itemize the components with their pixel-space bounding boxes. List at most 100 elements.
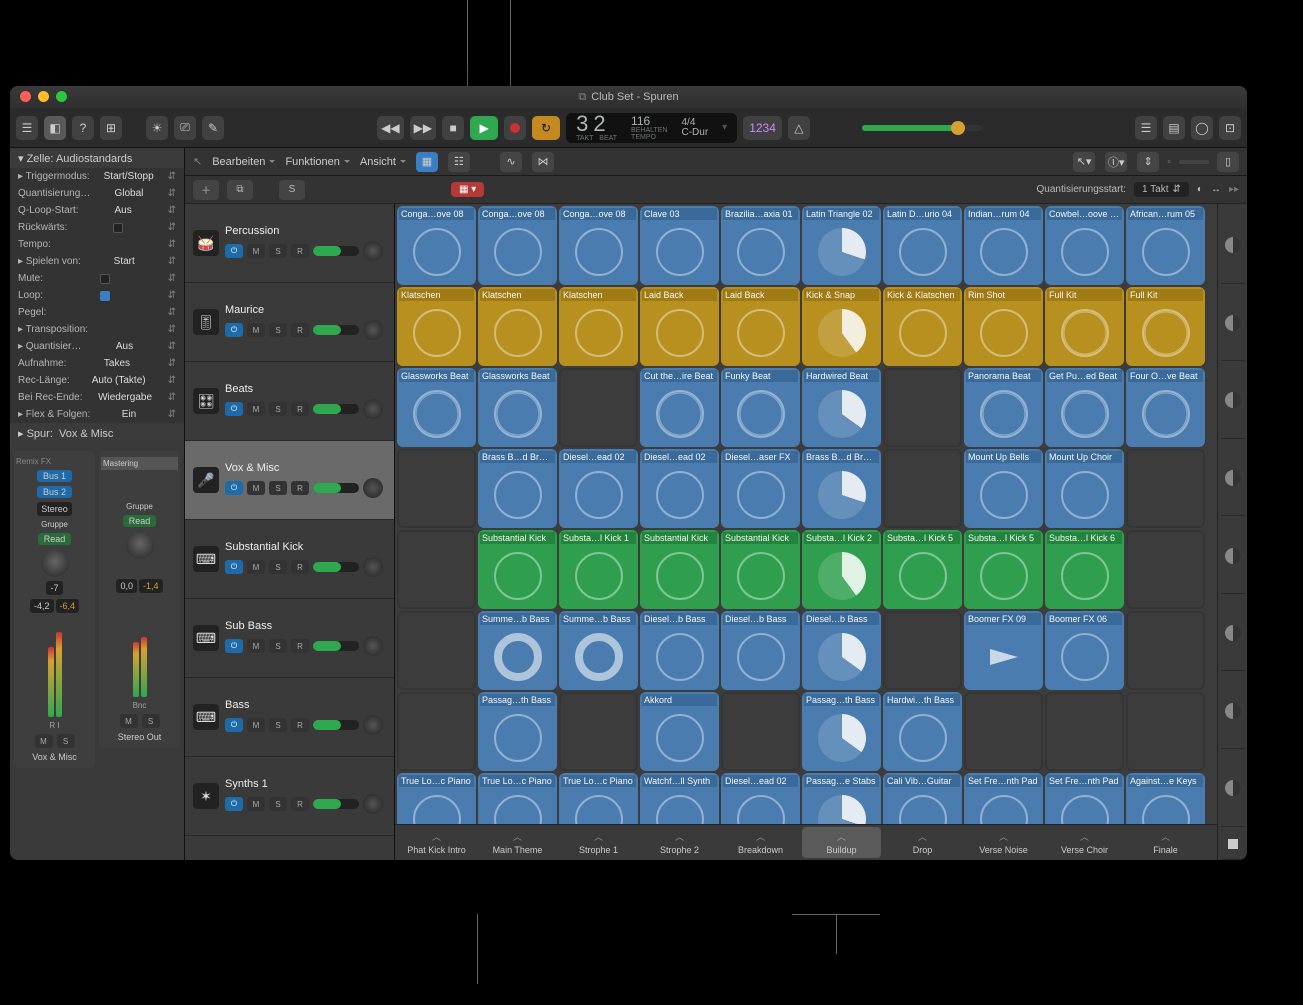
loop-cell[interactable]: Cowbel…oove 01 — [1045, 206, 1124, 285]
grid-view-button[interactable]: ▦ — [416, 152, 438, 172]
mixer-button[interactable]: ⎚ — [174, 116, 196, 140]
rec-button[interactable]: R — [291, 560, 309, 574]
inspector-header[interactable]: ▾ Zelle: Audiostandards — [10, 148, 184, 168]
spur-header[interactable]: ▸ Spur: Vox & Misc — [10, 423, 184, 443]
loop-cell[interactable]: Substa…l Kick 5 — [883, 530, 962, 609]
power-button[interactable]: ⏻ — [225, 639, 243, 653]
loop-cell[interactable]: Substa…l Kick 6 — [1045, 530, 1124, 609]
empty-cell[interactable] — [1045, 692, 1124, 771]
close-icon[interactable] — [20, 91, 31, 102]
loop-cell[interactable]: Passag…th Bass — [802, 692, 881, 771]
loop-cell[interactable]: Mount Up Choir — [1045, 449, 1124, 528]
loop-cell[interactable]: True Lo…c Piano — [397, 773, 476, 824]
vzoom-button[interactable]: ⇕ — [1137, 152, 1159, 172]
display-button[interactable]: ☀ — [146, 116, 168, 140]
solo-button[interactable]: S — [269, 718, 287, 732]
pan-knob[interactable] — [363, 794, 383, 814]
edit-button[interactable]: ✎ — [202, 116, 224, 140]
loop-cell[interactable]: Klatschen — [478, 287, 557, 366]
loop-cell[interactable]: Set Fre…nth Pad — [1045, 773, 1124, 824]
inspector-row[interactable]: ▸ Spielen von:Start⇵ — [10, 253, 184, 270]
loop-cell[interactable]: Diesel…ead 02 — [559, 449, 638, 528]
inspector-row[interactable]: Pegel:⇵ — [10, 304, 184, 321]
loop-cell[interactable]: Cut the…ire Beat — [640, 368, 719, 447]
mute-button[interactable]: M — [247, 718, 265, 732]
loop-cell[interactable]: Get Pu…ed Beat — [1045, 368, 1124, 447]
loop-cell[interactable]: Summe…b Bass — [559, 611, 638, 690]
loop-cell[interactable]: Substantial Kick — [478, 530, 557, 609]
volume-slider[interactable] — [313, 641, 359, 651]
empty-cell[interactable] — [964, 692, 1043, 771]
record-chip[interactable]: ▦ ▾ — [451, 182, 484, 197]
count-in-button[interactable]: 1234 — [743, 116, 782, 140]
volume-slider[interactable] — [313, 562, 359, 572]
rec-button[interactable]: R — [291, 402, 309, 416]
loop-cell[interactable]: Laid Back — [721, 287, 800, 366]
loop-cell[interactable]: Cali Vib…Guitar — [883, 773, 962, 824]
solo-button[interactable]: S — [57, 734, 75, 748]
pan-knob[interactable] — [363, 320, 383, 340]
list-editors-button[interactable]: ☰ — [1135, 116, 1157, 140]
loop-cell[interactable]: Laid Back — [640, 287, 719, 366]
loop-cell[interactable]: Kick & Klatschen — [883, 287, 962, 366]
loop-cell[interactable]: Klatschen — [559, 287, 638, 366]
inspector-row[interactable]: Quantisierung…Global⇵ — [10, 185, 184, 202]
solo-button[interactable]: S — [269, 481, 287, 495]
master-volume-slider[interactable] — [862, 125, 982, 131]
inspector-row[interactable]: Bei Rec-Ende:Wiedergabe⇵ — [10, 389, 184, 406]
solo-button[interactable]: S — [269, 560, 287, 574]
mute-button[interactable]: M — [247, 560, 265, 574]
loop-cell[interactable]: Set Fre…nth Pad — [964, 773, 1043, 824]
sync-button[interactable]: ↔ — [1211, 184, 1221, 195]
row-trigger[interactable] — [1221, 596, 1245, 672]
power-button[interactable]: ⏻ — [225, 323, 243, 337]
loop-cell[interactable]: Clave 03 — [640, 206, 719, 285]
loop-cell[interactable]: Passag…e Stabs — [802, 773, 881, 824]
minimize-icon[interactable] — [38, 91, 49, 102]
pan-knob[interactable] — [363, 715, 383, 735]
loop-cell[interactable]: Conga…ove 08 — [478, 206, 557, 285]
scene-trigger[interactable]: ︿Verse Choir — [1045, 827, 1124, 858]
loop-cell[interactable]: Substantial Kick — [721, 530, 800, 609]
quantize-select[interactable]: 1 Takt ⇵ — [1134, 182, 1189, 197]
bus-2[interactable]: Bus 2 — [37, 486, 72, 498]
scene-trigger[interactable]: ︿Finale — [1126, 827, 1205, 858]
inspector-row[interactable]: ▸ Flex & Folgen:Ein⇵ — [10, 406, 184, 423]
row-trigger[interactable] — [1221, 363, 1245, 439]
loops-button[interactable]: ◯ — [1191, 116, 1213, 140]
solo-button[interactable]: S — [269, 323, 287, 337]
text-tool[interactable]: Ⓘ▾ — [1105, 152, 1127, 172]
inspector-row[interactable]: ▸ Quantisier…Aus⇵ — [10, 338, 184, 355]
pan-knob[interactable] — [363, 557, 383, 577]
notes-button[interactable]: ▤ — [1163, 116, 1185, 140]
pan-knob-out[interactable] — [126, 531, 154, 559]
empty-cell[interactable] — [1126, 692, 1205, 771]
edit-menu[interactable]: Bearbeiten — [212, 156, 275, 168]
browser-button[interactable]: ⊡ — [1219, 116, 1241, 140]
mute-button[interactable]: M — [247, 639, 265, 653]
solo-button[interactable]: S — [269, 402, 287, 416]
loop-cell[interactable]: Mount Up Bells — [964, 449, 1043, 528]
loop-cell[interactable]: Against…e Keys — [1126, 773, 1205, 824]
row-trigger[interactable] — [1221, 208, 1245, 284]
pan-knob[interactable] — [363, 399, 383, 419]
rec-button[interactable]: R — [291, 718, 309, 732]
lcd-display[interactable]: 32TAKT BEAT 116BehaltenTEMPO 4/4C-Dur ▾ — [566, 113, 737, 143]
loop-cell[interactable]: Diesel…ead 02 — [721, 773, 800, 824]
scene-trigger[interactable]: ︿Verse Noise — [964, 827, 1043, 858]
loop-cell[interactable]: Rim Shot — [964, 287, 1043, 366]
pan-knob[interactable] — [363, 636, 383, 656]
play-button[interactable]: ▶ — [470, 116, 498, 140]
scene-trigger[interactable]: ︿Main Theme — [478, 827, 557, 858]
empty-cell[interactable] — [883, 368, 962, 447]
track-header[interactable]: ⌨ Bass ⏻ M S R — [185, 678, 394, 757]
view-menu[interactable]: Ansicht — [360, 156, 406, 168]
row-trigger[interactable] — [1221, 751, 1245, 827]
solo-button[interactable]: S — [269, 244, 287, 258]
loop-cell[interactable]: Substa…l Kick 5 — [964, 530, 1043, 609]
track-header[interactable]: ✶ Synths 1 ⏻ M S R — [185, 757, 394, 836]
loop-cell[interactable]: Hardwi…th Bass — [883, 692, 962, 771]
empty-cell[interactable] — [559, 692, 638, 771]
loop-cell[interactable]: Full Kit — [1045, 287, 1124, 366]
inspector-row[interactable]: ▸ Triggermodus:Start/Stopp⇵ — [10, 168, 184, 185]
